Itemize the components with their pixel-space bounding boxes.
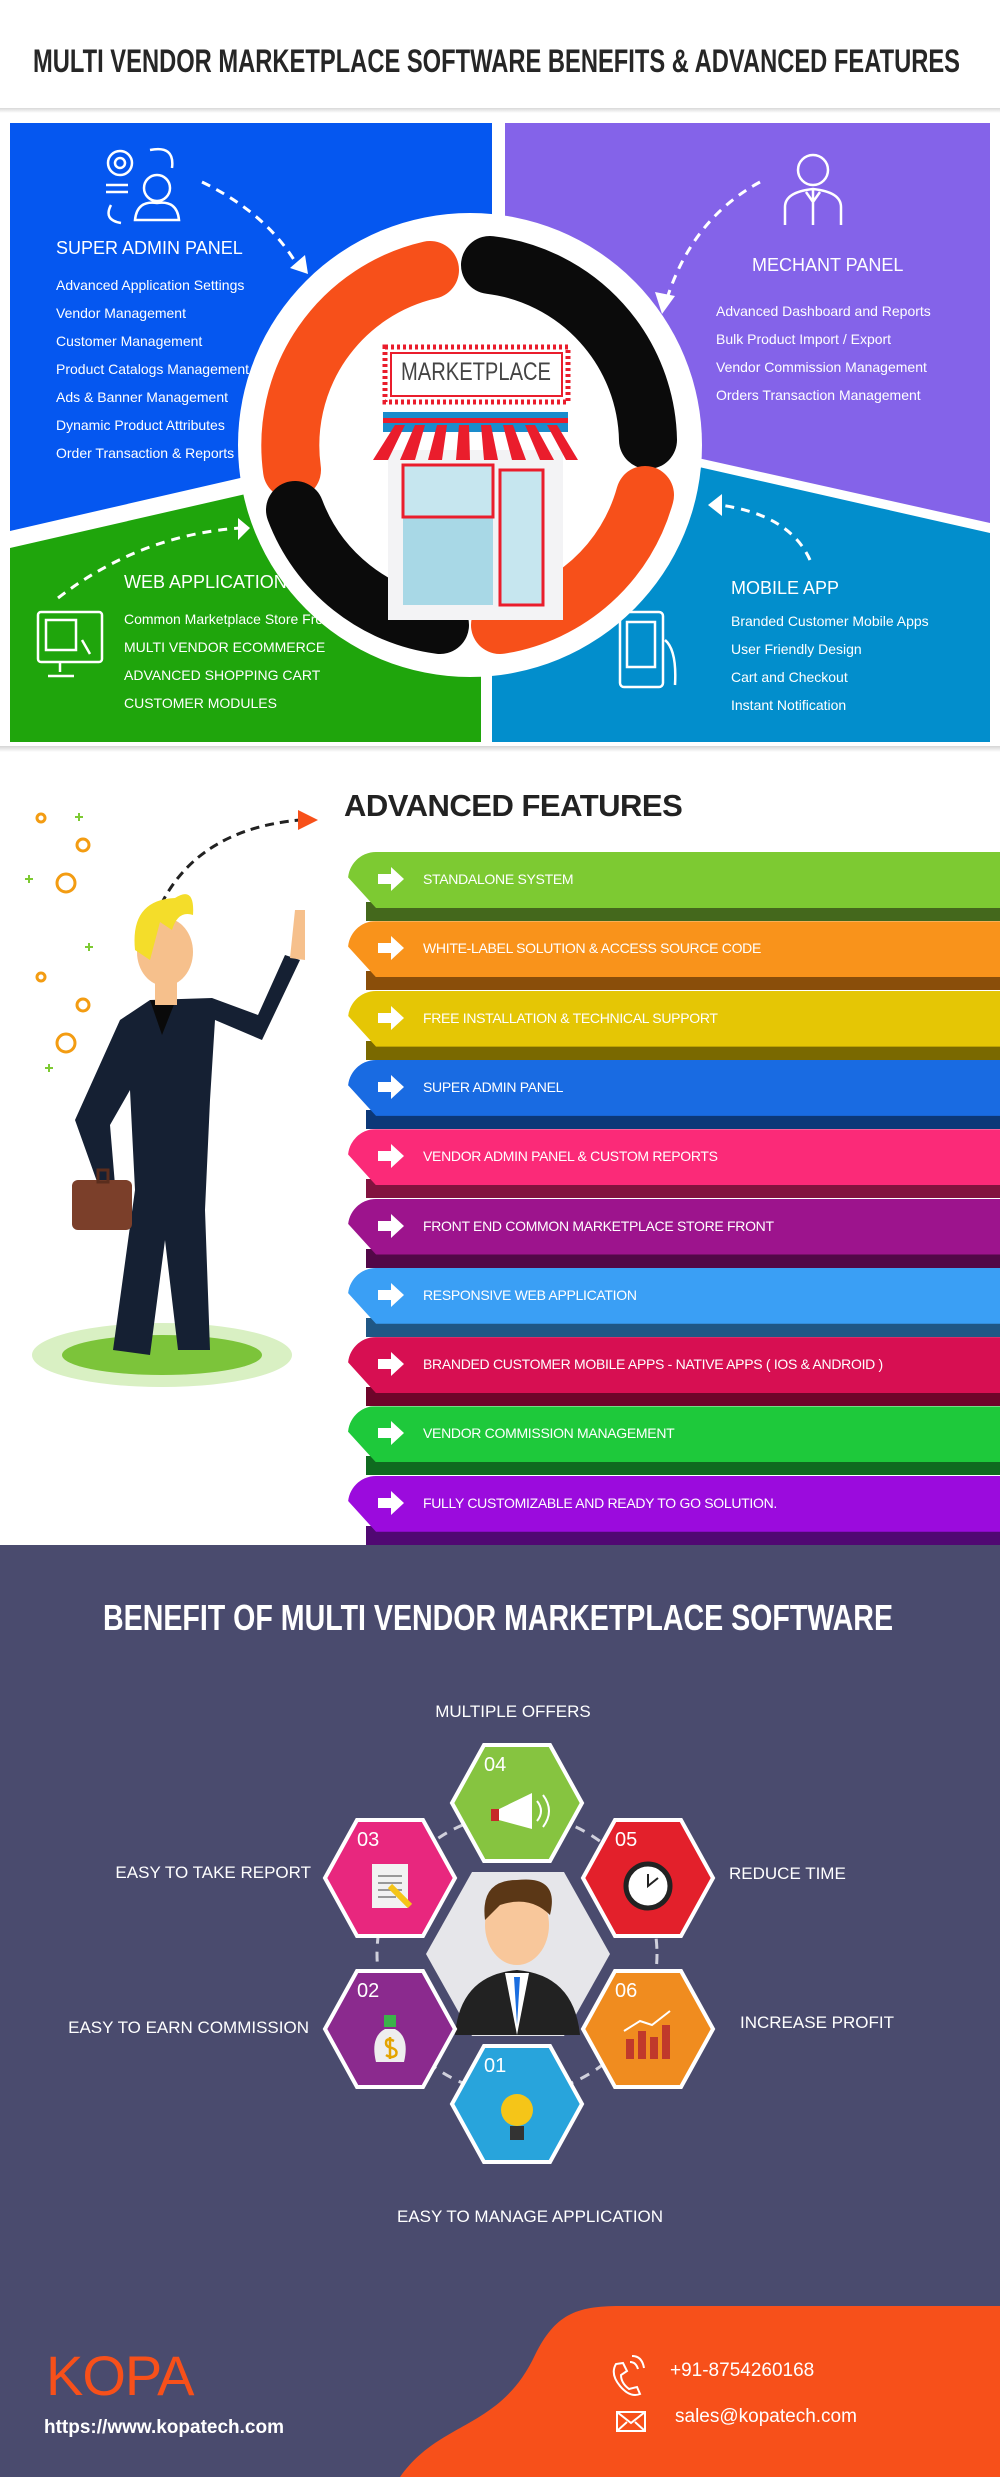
- feature-bar: WHITE-LABEL SOLUTION & ACCESS SOURCE COD…: [348, 921, 1000, 991]
- feature-label: STANDALONE SYSTEM: [423, 871, 574, 887]
- arrow-right-icon: [378, 867, 404, 891]
- benefit-number: 02: [357, 1980, 379, 2002]
- arrow-right-icon: [378, 1074, 404, 1099]
- report-document-icon: [372, 1864, 413, 1909]
- benefit-number: 06: [615, 1980, 637, 2002]
- feature-bar: RESPONSIVE WEB APPLICATION: [348, 1267, 1000, 1338]
- arrow-right-icon: [378, 1352, 404, 1377]
- feature-label: FULLY CUSTOMIZABLE AND READY TO GO SOLUT…: [423, 1494, 778, 1511]
- arrow-right-icon: [378, 1213, 404, 1238]
- panel-item: Vendor Management: [56, 305, 186, 321]
- panel-item: User Friendly Design: [731, 641, 862, 657]
- footer-orange-blob: [400, 2306, 1000, 2477]
- panel-title: MOBILE APP: [731, 578, 840, 598]
- panel-item: CUSTOMER MODULES: [124, 695, 277, 711]
- benefit-hexagon: 01: [449, 2044, 585, 2164]
- feature-bar: FRONT END COMMON MARKETPLACE STORE FRONT: [348, 1198, 1000, 1269]
- arrow-right-icon: [378, 936, 404, 961]
- merchant-panel-title-wrap: MECHANT PANEL: [752, 255, 903, 276]
- phone-number[interactable]: +91-8754260168: [670, 2360, 814, 2382]
- feature-label: WHITE-LABEL SOLUTION & ACCESS SOURCE COD…: [423, 940, 762, 957]
- feature-label: SUPER ADMIN PANEL: [423, 1078, 564, 1095]
- feature-label: VENDOR COMMISSION MANAGEMENT: [423, 1425, 675, 1442]
- panel-item: Dynamic Product Attributes: [56, 417, 225, 433]
- arrow-right-icon: [378, 1282, 404, 1307]
- panel-item: Ads & Banner Management: [56, 389, 228, 405]
- merchant-panel: Advanced Dashboard and Reports Bulk Prod…: [716, 297, 931, 409]
- kopa-logo: KOPA: [46, 2344, 194, 2407]
- benefit-hexagon: 06: [580, 1969, 716, 2089]
- panel-item: Order Transaction & Reports: [56, 445, 235, 461]
- panel-item: Branded Customer Mobile Apps: [731, 613, 929, 629]
- feature-label: RESPONSIVE WEB APPLICATION: [423, 1286, 637, 1303]
- feature-bar: VENDOR COMMISSION MANAGEMENT: [348, 1406, 1000, 1476]
- arrow-right-icon: [378, 1144, 404, 1169]
- panel-item: Cart and Checkout: [731, 669, 848, 685]
- mobile-app-panel: MOBILE APP Branded Customer Mobile Apps …: [731, 578, 929, 719]
- panel-item: Advanced Application Settings: [56, 277, 245, 293]
- benefit-number: 05: [615, 1829, 637, 1851]
- panel-item: Customer Management: [56, 333, 203, 349]
- panel-item: Vendor Commission Management: [716, 359, 927, 375]
- email-link[interactable]: sales@kopatech.com: [675, 2406, 857, 2428]
- benefit-number: 04: [484, 1754, 506, 1776]
- feature-bar: FREE INSTALLATION & TECHNICAL SUPPORT: [348, 990, 1000, 1061]
- benefit-hexagon: 02: [322, 1969, 458, 2089]
- feature-bar: STANDALONE SYSTEM: [348, 852, 1000, 922]
- businessman-illustration: [25, 810, 318, 1387]
- benefit-label: MULTIPLE OFFERS: [435, 1702, 591, 1721]
- feature-bar: FULLY CUSTOMIZABLE AND READY TO GO SOLUT…: [348, 1475, 1000, 1546]
- panel-item: Instant Notification: [731, 697, 847, 713]
- benefit-label: INCREASE PROFIT: [740, 2013, 894, 2032]
- marketplace-sign: MARKETPLACE: [401, 358, 551, 386]
- super-admin-panel: SUPER ADMIN PANEL Advanced Application S…: [56, 238, 249, 467]
- panel-title: SUPER ADMIN PANEL: [56, 238, 243, 258]
- panel-title: MECHANT PANEL: [752, 255, 904, 275]
- feature-bar: VENDOR ADMIN PANEL & CUSTOM REPORTS: [348, 1129, 1000, 1199]
- benefit-label: EASY TO EARN COMMISSION: [68, 2018, 309, 2037]
- benefit-number: 01: [484, 2055, 506, 2077]
- arrow-right-icon: [378, 1421, 404, 1446]
- web-app-panel: WEB APPLICATION Common Marketplace Store…: [124, 572, 335, 717]
- benefit-label: REDUCE TIME: [729, 1864, 846, 1883]
- arrow-right-icon: [378, 1005, 404, 1030]
- panel-item: Orders Transaction Management: [716, 387, 921, 403]
- benefit-number: 03: [357, 1829, 379, 1851]
- divider: [0, 746, 1000, 752]
- feature-label: FRONT END COMMON MARKETPLACE STORE FRONT: [423, 1217, 774, 1234]
- feature-label: FREE INSTALLATION & TECHNICAL SUPPORT: [423, 1009, 718, 1026]
- panel-item: Advanced Dashboard and Reports: [716, 303, 931, 319]
- advanced-features-heading: ADVANCED FEATURES: [344, 788, 683, 823]
- panel-item: ADVANCED SHOPPING CART: [124, 667, 321, 683]
- panel-item: Bulk Product Import / Export: [716, 331, 892, 347]
- benefit-hexagon: 04: [449, 1743, 585, 1863]
- benefit-hexagon: 03: [322, 1818, 458, 1938]
- store-icon: [373, 344, 578, 620]
- feature-bar: SUPER ADMIN PANEL: [348, 1059, 1000, 1130]
- panel-item: Common Marketplace Store Front: [124, 611, 335, 627]
- panel-title: WEB APPLICATION: [124, 572, 287, 592]
- panel-item: Product Catalogs Management: [56, 361, 249, 377]
- feature-bar: BRANDED CUSTOMER MOBILE APPS - NATIVE AP…: [348, 1337, 1000, 1407]
- feature-label: VENDOR ADMIN PANEL & CUSTOM REPORTS: [423, 1148, 718, 1165]
- website-link[interactable]: https://www.kopatech.com: [44, 2417, 284, 2439]
- benefit-label: EASY TO TAKE REPORT: [115, 1863, 311, 1882]
- feature-label: BRANDED CUSTOMER MOBILE APPS - NATIVE AP…: [423, 1356, 883, 1373]
- benefit-label: EASY TO MANAGE APPLICATION: [396, 2207, 664, 2226]
- arrow-right-icon: [378, 1490, 404, 1515]
- benefit-hexagon: 05: [580, 1818, 716, 1938]
- panel-item: MULTI VENDOR ECOMMERCE: [124, 639, 326, 655]
- clock-icon: [623, 1861, 673, 1911]
